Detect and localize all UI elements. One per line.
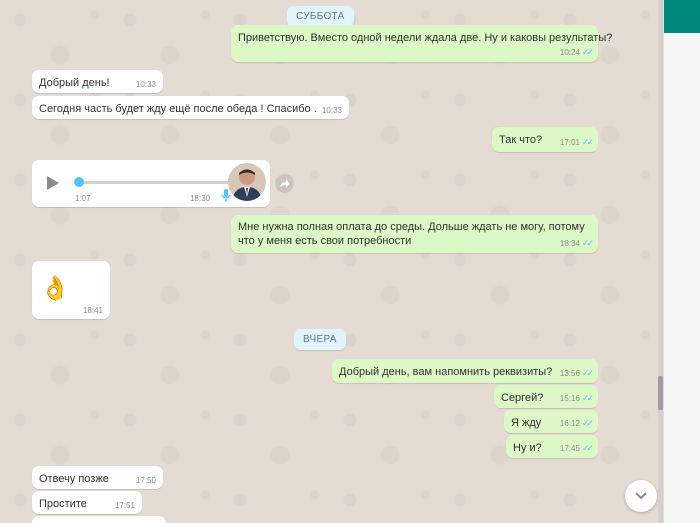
incoming-message[interactable]: Добрый день! 10:33 (32, 70, 163, 93)
message-text: Простите (39, 498, 87, 510)
chat-panel[interactable]: СУББОТА Приветствую. Вместо одной недели… (0, 0, 660, 523)
message-text: Сегодня часть будет жду ещё после обеда … (39, 103, 317, 115)
voice-duration: 1:07 (75, 194, 91, 203)
outgoing-message[interactable]: Так что? 17:01 ✓✓ (492, 127, 598, 152)
side-panel (663, 0, 700, 523)
message-time: 13:56 ✓✓ (559, 368, 594, 378)
date-separator-yesterday: ВЧЕРА (294, 329, 346, 350)
voice-progress-knob[interactable] (74, 177, 84, 187)
outgoing-message[interactable]: Я жду 16:12 ✓✓ (504, 410, 598, 433)
forward-icon (280, 179, 290, 188)
voice-progress-track[interactable] (79, 181, 239, 184)
message-time: 17:51 (114, 501, 135, 510)
outgoing-message[interactable]: Ну и? 17:45 ✓✓ (506, 435, 598, 458)
incoming-message[interactable]: Сегодня часть будет жду ещё после обеда … (32, 96, 349, 119)
header-band (664, 0, 700, 33)
avatar (228, 163, 266, 201)
scroll-down-button[interactable] (625, 480, 657, 512)
message-text: Отвечу позже (39, 473, 109, 485)
message-text: Сергей? (501, 392, 544, 404)
message-time: 16:12 ✓✓ (559, 418, 594, 428)
message-text: Я жду (511, 417, 542, 429)
outgoing-message[interactable]: Приветствую. Вместо одной недели ждала д… (231, 25, 612, 62)
message-time: 18:34 ✓✓ (559, 238, 594, 248)
read-ticks-icon: ✓✓ (581, 418, 594, 428)
date-separator-saturday: СУББОТА (287, 6, 354, 27)
forward-button[interactable] (275, 174, 294, 193)
message-time: 17:50 (135, 476, 156, 485)
message-text: Ну и? (513, 442, 542, 454)
microphone-icon (221, 189, 231, 202)
message-time: 17:45 ✓✓ (559, 443, 594, 453)
message-time: 18:41 (82, 306, 103, 315)
incoming-message[interactable] (32, 516, 166, 523)
message-time: 15:16 ✓✓ (559, 393, 594, 403)
emoji-message[interactable]: 👌 18:41 (32, 261, 110, 319)
message-time: 10:33 (321, 106, 342, 115)
read-ticks-icon: ✓✓ (581, 238, 594, 248)
read-ticks-icon: ✓✓ (581, 47, 594, 57)
message-time: 17:01 ✓✓ (559, 137, 594, 147)
message-time: 10:24 ✓✓ (559, 47, 594, 57)
incoming-message[interactable]: Простите 17:51 (32, 491, 142, 514)
ok-hand-emoji: 👌 (40, 275, 70, 302)
message-text: Добрый день, вам напомнить реквизиты? (339, 366, 553, 378)
play-icon[interactable] (46, 175, 60, 191)
outgoing-message[interactable]: Мне нужна полная оплата до среды. Дольше… (231, 215, 598, 253)
outgoing-message[interactable]: Сергей? 15:16 ✓✓ (494, 385, 598, 408)
chevron-down-icon (635, 492, 647, 500)
read-ticks-icon: ✓✓ (581, 368, 594, 378)
read-ticks-icon: ✓✓ (581, 137, 594, 147)
message-text: Так что? (499, 134, 543, 146)
read-ticks-icon: ✓✓ (581, 393, 594, 403)
voice-message[interactable]: 1:07 18:30 (32, 160, 270, 207)
read-ticks-icon: ✓✓ (581, 443, 594, 453)
incoming-message[interactable]: Отвечу позже 17:50 (32, 466, 163, 489)
message-text: Мне нужна полная оплата до среды. Дольше… (238, 221, 585, 247)
message-time: 18:30 (190, 194, 211, 203)
message-time: 10:33 (135, 80, 156, 89)
outgoing-message[interactable]: Добрый день, вам напомнить реквизиты? 13… (332, 359, 598, 383)
message-text: Приветствую. Вместо одной недели ждала д… (238, 32, 613, 44)
message-text: Добрый день! (39, 77, 110, 89)
